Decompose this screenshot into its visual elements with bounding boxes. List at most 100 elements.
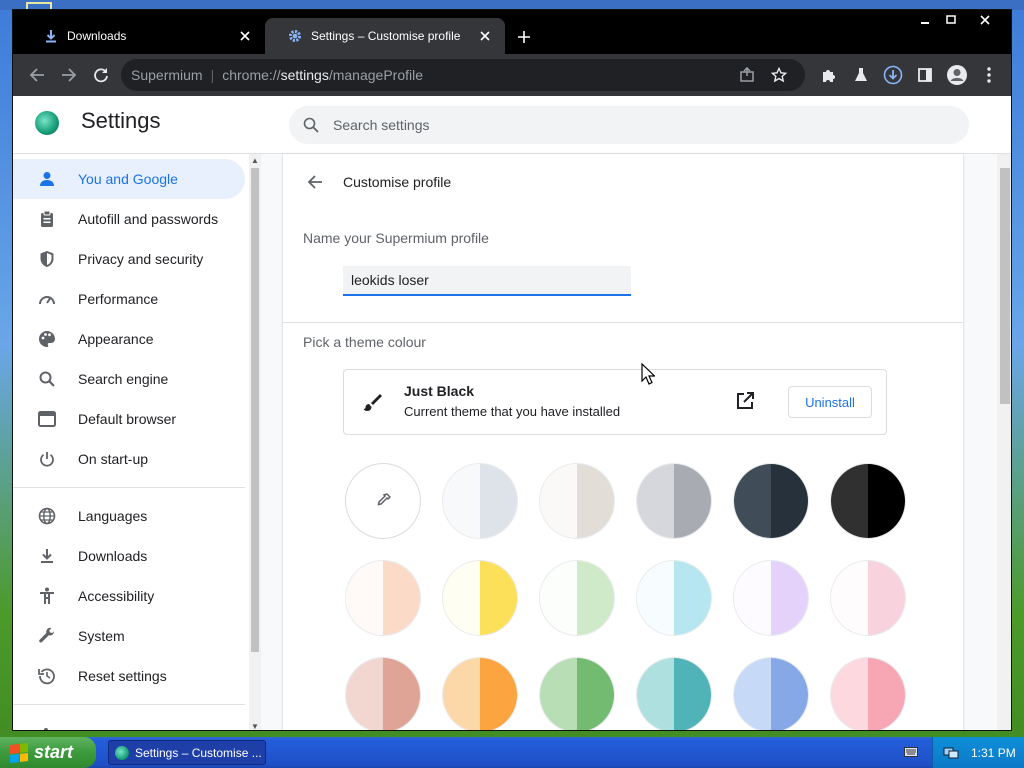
share-icon[interactable] [731, 59, 763, 91]
labs-flask-icon[interactable] [845, 59, 877, 91]
theme-colour-swatch[interactable] [346, 561, 420, 635]
page-scrollbar[interactable] [997, 154, 1011, 730]
sidebar-item-system[interactable]: System [13, 616, 245, 656]
theme-colour-swatch[interactable] [637, 464, 711, 538]
window-close-icon[interactable] [965, 10, 1005, 30]
profile-name-input[interactable] [343, 266, 631, 296]
new-tab-plus-icon[interactable] [513, 26, 535, 48]
sidebar-scroll-thumb[interactable] [251, 168, 259, 652]
theme-colour-swatch[interactable] [540, 561, 614, 635]
search-settings-input[interactable]: Search settings [289, 106, 969, 144]
theme-colour-swatch[interactable] [540, 464, 614, 538]
uninstall-theme-button[interactable]: Uninstall [788, 386, 872, 418]
download-progress-icon[interactable] [877, 59, 909, 91]
swatch-half-dark [480, 658, 517, 730]
forward-arrow-icon[interactable] [53, 59, 85, 91]
theme-colour-swatch[interactable] [443, 658, 517, 730]
side-panel-icon[interactable] [909, 59, 941, 91]
profile-name-label: Name your Supermium profile [303, 230, 489, 246]
theme-colour-swatch[interactable] [540, 658, 614, 730]
theme-colour-swatch[interactable] [443, 464, 517, 538]
bookmark-star-icon[interactable] [763, 59, 795, 91]
clock: 1:31 PM [971, 745, 1016, 760]
custom-colour-swatch[interactable] [346, 464, 420, 538]
swatch-half-light [346, 658, 383, 730]
swatch-half-light [346, 561, 383, 635]
sidebar-item-privacy[interactable]: Privacy and security [13, 239, 245, 279]
extensions-puzzle-icon[interactable] [813, 59, 845, 91]
sidebar-item-extensions-partial[interactable] [13, 713, 245, 730]
theme-colour-swatch[interactable] [734, 561, 808, 635]
page-scroll-thumb[interactable] [1000, 168, 1010, 404]
reload-icon[interactable] [85, 59, 117, 91]
close-icon[interactable] [237, 28, 253, 44]
theme-colour-swatch[interactable] [637, 658, 711, 730]
address-bar[interactable]: Supermium | chrome://settings/manageProf… [121, 59, 805, 91]
search-placeholder: Search settings [333, 117, 430, 133]
open-in-new-icon[interactable] [736, 392, 754, 415]
theme-colour-swatch[interactable] [831, 561, 905, 635]
theme-colour-swatch[interactable] [831, 658, 905, 730]
reset-icon [37, 666, 57, 686]
tab-settings[interactable]: Settings – Customise profile [265, 18, 505, 54]
swatch-half-dark [577, 658, 614, 730]
sidebar-item-performance[interactable]: Performance [13, 279, 245, 319]
menu-dots-icon[interactable] [973, 59, 1005, 91]
sidebar-item-label: Accessibility [78, 588, 155, 604]
theme-colour-swatch[interactable] [346, 658, 420, 730]
sidebar-item-languages[interactable]: Languages [13, 496, 245, 536]
theme-colour-swatch[interactable] [637, 561, 711, 635]
page-title: Settings [81, 108, 161, 133]
sidebar-item-appearance[interactable]: Appearance [13, 319, 245, 359]
maximize-icon[interactable] [939, 10, 963, 30]
back-arrow-icon[interactable] [21, 59, 53, 91]
network-icon[interactable] [943, 746, 959, 760]
supermium-logo-icon [115, 745, 129, 760]
sidebar-item-label: You and Google [78, 171, 178, 187]
close-icon[interactable] [477, 28, 493, 44]
profile-avatar-icon[interactable] [941, 59, 973, 91]
tab-downloads[interactable]: Downloads [21, 18, 265, 54]
back-arrow-icon[interactable] [303, 170, 327, 194]
sidebar-item-default-browser[interactable]: Default browser [13, 399, 245, 439]
sidebar-item-search-engine[interactable]: Search engine [13, 359, 245, 399]
theme-colour-swatch[interactable] [443, 561, 517, 635]
swatch-half-light [540, 561, 577, 635]
theme-colour-swatch[interactable] [734, 658, 808, 730]
sidebar-item-label: Performance [78, 291, 159, 307]
sidebar-item-label: Reset settings [78, 668, 167, 684]
scroll-down-arrow-icon[interactable]: ▼ [249, 720, 261, 731]
browser-window: Downloads Settings – Customise profile S… [12, 9, 1012, 731]
sidebar-item-you-and-google[interactable]: You and Google [13, 159, 245, 199]
sidebar-item-accessibility[interactable]: Accessibility [13, 576, 245, 616]
keyboard-icon[interactable] [904, 747, 918, 757]
sidebar-item-on-startup[interactable]: On start-up [13, 439, 245, 479]
settings-header: Settings Search settings [13, 96, 1011, 154]
scroll-up-arrow-icon[interactable]: ▲ [249, 154, 261, 166]
sidebar-divider [13, 487, 245, 488]
minimize-icon[interactable] [913, 10, 937, 30]
start-button[interactable]: start [0, 737, 96, 768]
swatch-half-light [540, 464, 577, 538]
swatch-half-dark [771, 658, 808, 730]
windows-taskbar: start Settings – Customise ... 1:31 PM [0, 737, 1024, 768]
window-controls [911, 10, 1005, 32]
swatch-half-light [443, 464, 480, 538]
swatch-half-light [831, 464, 868, 538]
sidebar-item-label: Appearance [78, 331, 154, 347]
start-label: start [34, 742, 74, 762]
taskbar-task-settings[interactable]: Settings – Customise ... [108, 740, 266, 765]
download-icon [37, 546, 57, 566]
installed-theme-card: Just Black Current theme that you have i… [343, 369, 887, 435]
person-icon [37, 169, 57, 189]
theme-colour-swatch[interactable] [734, 464, 808, 538]
swatch-half-light [734, 464, 771, 538]
sidebar-divider [13, 704, 245, 705]
swatch-half-light [637, 658, 674, 730]
theme-colour-swatch[interactable] [831, 464, 905, 538]
paintbrush-icon [362, 392, 382, 417]
sidebar-item-reset-settings[interactable]: Reset settings [13, 656, 245, 696]
sidebar-scrollbar[interactable]: ▲ ▼ [249, 154, 261, 731]
sidebar-item-downloads[interactable]: Downloads [13, 536, 245, 576]
sidebar-item-autofill[interactable]: Autofill and passwords [13, 199, 245, 239]
